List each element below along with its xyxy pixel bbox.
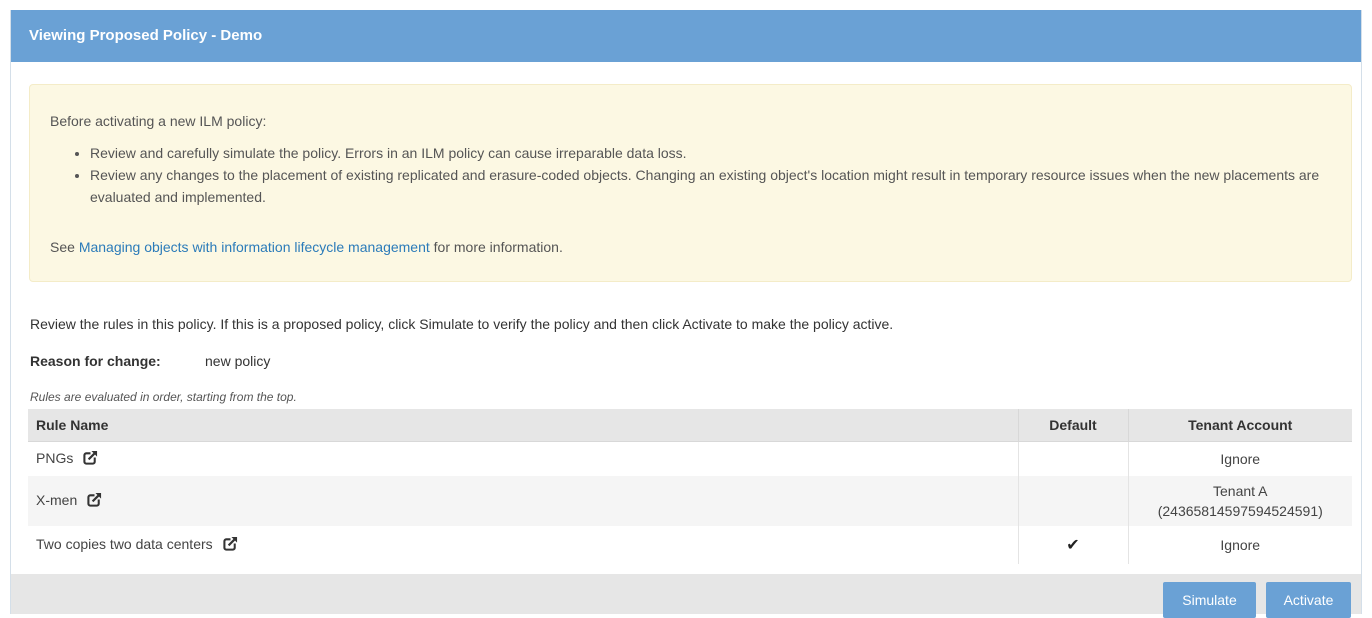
alert-intro: Before activating a new ILM policy: xyxy=(50,113,267,129)
rule-name-label: Two copies two data centers xyxy=(36,535,213,552)
tenant-account-id: (24365814597594524591) xyxy=(1157,502,1323,519)
default-cell xyxy=(1017,475,1129,526)
table-row: X-men Tenant A (24365814597594524591) xyxy=(28,475,1352,526)
dialog-title: Viewing Proposed Policy - Demo xyxy=(11,10,1361,62)
tenant-account-cell: Ignore xyxy=(1128,525,1352,564)
policy-dialog: Viewing Proposed Policy - Demo Before ac… xyxy=(10,10,1362,618)
table-row: PNGs Ignore xyxy=(28,441,1352,476)
alert-bullet-placement: Review any changes to the placement of e… xyxy=(90,164,1350,208)
alert-bullet-simulate: Review and carefully simulate the policy… xyxy=(90,142,1350,164)
external-link-icon[interactable] xyxy=(83,449,99,468)
alert-see-more: See Managing objects with information li… xyxy=(50,239,563,255)
dialog-footer: Simulate Activate xyxy=(11,574,1361,618)
rule-name-cell: PNGs xyxy=(28,441,1018,476)
alert-bullet-list: Review and carefully simulate the policy… xyxy=(50,142,1350,208)
rule-name-cell: Two copies two data centers xyxy=(28,525,1018,564)
column-header-default: Default xyxy=(1017,409,1129,442)
reason-value: new policy xyxy=(205,353,271,369)
tenant-account-cell: Ignore xyxy=(1128,441,1352,476)
external-link-icon[interactable] xyxy=(87,491,103,510)
table-header-row: Rule Name Default Tenant Account xyxy=(28,409,1352,442)
check-icon: ✔ xyxy=(1066,536,1080,554)
tenant-account-name: Ignore xyxy=(1220,450,1261,467)
column-header-rule-name: Rule Name xyxy=(28,409,1018,442)
warning-alert: Before activating a new ILM policy: Revi… xyxy=(29,84,1352,282)
rules-order-note: Rules are evaluated in order, starting f… xyxy=(30,390,297,404)
column-header-tenant-account: Tenant Account xyxy=(1128,409,1352,442)
see-prefix: See xyxy=(50,239,79,255)
reason-for-change: Reason for change: new policy xyxy=(30,353,270,369)
rule-name-label: PNGs xyxy=(36,449,74,466)
default-cell: ✔ xyxy=(1017,525,1129,564)
default-cell xyxy=(1017,441,1129,476)
rule-name-label: X-men xyxy=(36,491,78,508)
tenant-account-name: Ignore xyxy=(1220,536,1261,553)
see-suffix: for more information. xyxy=(429,239,563,255)
tenant-account-cell: Tenant A (24365814597594524591) xyxy=(1128,475,1352,526)
simulate-button[interactable]: Simulate xyxy=(1163,582,1256,618)
reason-label: Reason for change: xyxy=(30,353,161,369)
policy-description: Review the rules in this policy. If this… xyxy=(30,316,894,332)
tenant-account-name: Tenant A xyxy=(1213,482,1268,499)
ilm-docs-link[interactable]: Managing objects with information lifecy… xyxy=(79,239,430,255)
rule-name-cell: X-men xyxy=(28,475,1018,526)
rules-table: Rule Name Default Tenant Account PNGs Ig… xyxy=(28,409,1352,564)
table-row: Two copies two data centers ✔ Ignore xyxy=(28,525,1352,564)
activate-button[interactable]: Activate xyxy=(1266,582,1351,618)
external-link-icon[interactable] xyxy=(222,535,238,554)
